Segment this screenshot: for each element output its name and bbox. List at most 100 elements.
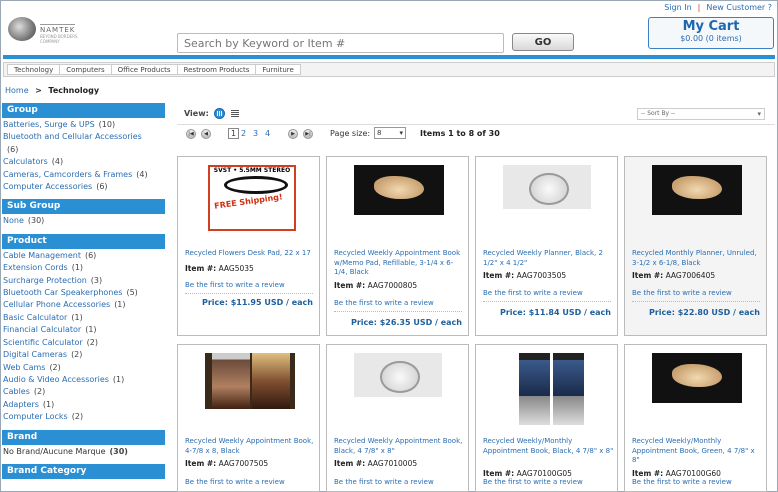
shoe-image[interactable] bbox=[652, 353, 742, 403]
write-review-link[interactable]: Be the first to write a review bbox=[483, 289, 583, 297]
product-item[interactable]: Basic Calculator (1) bbox=[2, 312, 165, 324]
dish-image[interactable] bbox=[354, 353, 442, 397]
poster-image[interactable] bbox=[503, 353, 593, 425]
write-review-link[interactable]: Be the first to write a review bbox=[483, 478, 583, 486]
product-item[interactable]: Surcharge Protection (3) bbox=[2, 275, 165, 287]
dish-image[interactable] bbox=[503, 165, 591, 209]
group-item[interactable]: Bluetooth and Cellular Accessories (6) bbox=[2, 131, 165, 156]
item-number: AAG70100G60 bbox=[665, 469, 721, 478]
movie-poster-right bbox=[251, 353, 290, 409]
cable-image[interactable]: SVST • 5.5MM STEREO FREE Shipping! bbox=[208, 165, 296, 231]
product-item[interactable]: Computer Locks (2) bbox=[2, 411, 165, 423]
product-card[interactable]: Recycled Weekly Planner, Black, 2 1/2" x… bbox=[475, 156, 618, 336]
product-name[interactable]: Recycled Weekly Appointment Book, 4-7/8 … bbox=[185, 437, 317, 456]
product-item[interactable]: Bluetooth Car Speakerphones (5) bbox=[2, 287, 165, 299]
product-name[interactable]: Recycled Weekly Appointment Book, Black,… bbox=[334, 437, 466, 456]
product-item-count: (1) bbox=[71, 263, 84, 273]
product-card[interactable]: Recycled Weekly Appointment Book, 4-7/8 … bbox=[177, 344, 320, 492]
product-card[interactable]: Recycled Weekly/Monthly Appointment Book… bbox=[475, 344, 618, 492]
group-item[interactable]: Batteries, Surge & UPS (10) bbox=[2, 119, 165, 131]
page-size-select[interactable]: 8 bbox=[374, 127, 406, 139]
shoe-image[interactable] bbox=[652, 165, 742, 215]
grid-view-icon[interactable] bbox=[214, 108, 225, 119]
product-item[interactable]: Cables (2) bbox=[2, 386, 165, 398]
brand-category-heading: Brand Category bbox=[2, 463, 165, 479]
poster-right bbox=[553, 353, 584, 425]
item-number: AAG5035 bbox=[218, 264, 254, 273]
company-logo[interactable]: NAMTEK BEYOND BORDERS COMPANY bbox=[8, 14, 88, 44]
link-separator: | bbox=[697, 3, 701, 12]
product-item[interactable]: Adapters (1) bbox=[2, 399, 165, 411]
page-1[interactable]: 1 bbox=[228, 128, 240, 139]
product-card[interactable]: Recycled Weekly/Monthly Appointment Book… bbox=[624, 344, 767, 492]
product-item[interactable]: Digital Cameras (2) bbox=[2, 349, 165, 361]
group-item[interactable]: Cameras, Camcorders & Frames (4) bbox=[2, 169, 165, 181]
product-item[interactable]: Cable Management (6) bbox=[2, 250, 165, 262]
my-cart[interactable]: My Cart $0.00 (0 items) bbox=[648, 17, 774, 49]
product-item[interactable]: Scientific Calculator (2) bbox=[2, 337, 165, 349]
last-page-icon[interactable]: ▶| bbox=[303, 129, 313, 139]
nav-tab-technology[interactable]: Technology bbox=[7, 64, 61, 75]
group-item[interactable]: Calculators (4) bbox=[2, 156, 165, 168]
product-item-label: Extension Cords bbox=[3, 263, 68, 273]
page-3[interactable]: 3 bbox=[253, 129, 258, 138]
cart-total: $0.00 (0 items) bbox=[680, 34, 742, 43]
product-name[interactable]: Recycled Flowers Desk Pad, 22 x 17 bbox=[185, 249, 317, 259]
page-2[interactable]: 2 bbox=[241, 129, 246, 138]
search-input[interactable] bbox=[177, 33, 504, 53]
product-item-label: Cable Management bbox=[3, 250, 81, 260]
write-review-link[interactable]: Be the first to write a review bbox=[334, 299, 434, 307]
brand-item[interactable]: No Brand/Aucune Marque (30) bbox=[2, 446, 165, 458]
page-4[interactable]: 4 bbox=[265, 129, 270, 138]
write-review-link[interactable]: Be the first to write a review bbox=[334, 478, 434, 486]
write-review-link[interactable]: Be the first to write a review bbox=[185, 478, 285, 486]
product-name[interactable]: Recycled Weekly/Monthly Appointment Book… bbox=[632, 437, 764, 466]
product-name[interactable]: Recycled Weekly Planner, Black, 2 1/2" x… bbox=[483, 249, 615, 268]
subgroup-item[interactable]: None (30) bbox=[2, 215, 165, 227]
product-name[interactable]: Recycled Monthly Planner, Unruled, 3-1/2… bbox=[632, 249, 764, 268]
product-card[interactable]: SVST • 5.5MM STEREO FREE Shipping! Recyc… bbox=[177, 156, 320, 336]
group-list: Batteries, Surge & UPS (10) Bluetooth and… bbox=[2, 118, 165, 193]
list-view-icon[interactable] bbox=[231, 110, 239, 117]
sort-by-select[interactable]: -- Sort By -- bbox=[637, 108, 765, 120]
group-item[interactable]: Computer Accessories (6) bbox=[2, 181, 165, 193]
nav-tab-office-products[interactable]: Office Products bbox=[110, 64, 178, 75]
product-card[interactable]: Recycled Monthly Planner, Unruled, 3-1/2… bbox=[624, 156, 767, 336]
product-item[interactable]: Web Cams (2) bbox=[2, 362, 165, 374]
new-customer-link[interactable]: New Customer ? bbox=[706, 3, 772, 12]
nav-tab-furniture[interactable]: Furniture bbox=[255, 64, 301, 75]
product-name[interactable]: Recycled Weekly Appointment Book w/Memo … bbox=[334, 249, 466, 278]
movie-image[interactable] bbox=[205, 353, 295, 409]
product-item[interactable]: Cellular Phone Accessories (1) bbox=[2, 299, 165, 311]
page-size-label: Page size: bbox=[330, 129, 371, 138]
nav-tab-computers[interactable]: Computers bbox=[59, 64, 112, 75]
product-item-number: Item #: AAG70100G05 bbox=[483, 469, 572, 478]
product-card[interactable]: Recycled Weekly Appointment Book, Black,… bbox=[326, 344, 469, 492]
write-review-link[interactable]: Be the first to write a review bbox=[632, 478, 732, 486]
product-item-count: (1) bbox=[114, 300, 126, 310]
write-review-link[interactable]: Be the first to write a review bbox=[185, 281, 285, 289]
shoe-image[interactable] bbox=[354, 165, 444, 215]
item-label: Item #: bbox=[632, 271, 664, 280]
write-review-link[interactable]: Be the first to write a review bbox=[632, 289, 732, 297]
product-card[interactable]: Recycled Weekly Appointment Book w/Memo … bbox=[326, 156, 469, 336]
product-item[interactable]: Audio & Video Accessories (1) bbox=[2, 374, 165, 386]
cart-title: My Cart bbox=[682, 19, 740, 34]
breadcrumb-home[interactable]: Home bbox=[5, 86, 29, 95]
product-item[interactable]: Extension Cords (1) bbox=[2, 262, 165, 274]
image-header-text: SVST • 5.5MM STEREO bbox=[210, 167, 294, 174]
prev-page-icon[interactable]: ◀ bbox=[201, 129, 211, 139]
product-item-number: Item #: AAG70100G60 bbox=[632, 469, 721, 478]
next-page-icon[interactable]: ▶ bbox=[288, 129, 298, 139]
product-item-label: Digital Cameras bbox=[3, 350, 68, 360]
brand-heading: Brand bbox=[2, 429, 165, 445]
product-heading: Product bbox=[2, 233, 165, 249]
nav-tab-restroom-products[interactable]: Restroom Products bbox=[176, 64, 257, 75]
product-name[interactable]: Recycled Weekly/Monthly Appointment Book… bbox=[483, 437, 615, 456]
product-list: Cable Management (6) Extension Cords (1) S… bbox=[2, 249, 165, 424]
product-item[interactable]: Financial Calculator (1) bbox=[2, 324, 165, 336]
product-price: Price: $11.95 USD / each bbox=[201, 298, 313, 307]
go-button[interactable]: GO bbox=[512, 33, 574, 51]
first-page-icon[interactable]: |◀ bbox=[186, 129, 196, 139]
sign-in-link[interactable]: Sign In bbox=[664, 3, 691, 12]
